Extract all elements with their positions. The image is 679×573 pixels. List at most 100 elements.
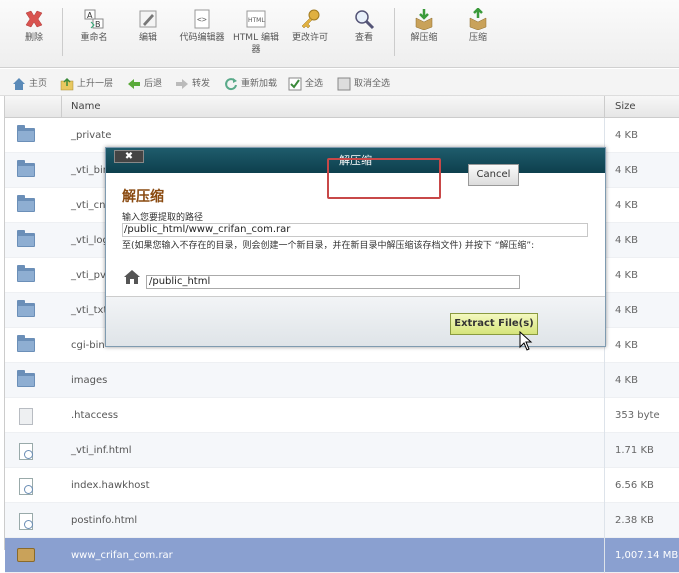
toolbar-divider xyxy=(394,8,395,56)
mouse-pointer-icon xyxy=(519,330,533,351)
file-row[interactable]: www_crifan_com.rar 1,007.14 MB xyxy=(5,538,679,573)
nav-label: 主页 xyxy=(29,79,48,89)
column-divider xyxy=(604,538,605,573)
file-type-icon xyxy=(17,370,35,387)
file-name[interactable]: _vti_bin xyxy=(71,165,109,176)
nav-label: 全选 xyxy=(305,79,324,89)
toolbar-compress-button[interactable]: 压缩 xyxy=(452,7,504,44)
file-name[interactable]: images xyxy=(71,375,107,386)
archive-icon xyxy=(17,548,35,562)
file-type-icon xyxy=(17,230,35,247)
column-header-name[interactable]: Name xyxy=(71,101,101,112)
file-type-icon xyxy=(17,443,33,460)
toolbar-label: HTML 编辑器 xyxy=(233,33,279,55)
file-name[interactable]: _vti_inf.html xyxy=(71,445,131,456)
toolbar-code-editor-button[interactable]: <> 代码编辑器 xyxy=(176,8,228,44)
column-divider xyxy=(604,503,605,538)
folder-icon xyxy=(17,160,35,177)
cancel-button[interactable]: Cancel xyxy=(468,164,519,186)
column-divider xyxy=(604,398,605,433)
nav-label: 转发 xyxy=(192,79,211,89)
file-size: 4 KB xyxy=(615,200,638,211)
rename-icon: AB xyxy=(83,8,105,30)
toolbar-label: 查看 xyxy=(354,33,373,43)
html-editor-icon: HTML xyxy=(245,8,267,30)
extract-button-highlight xyxy=(327,158,441,199)
destination-note: 至(如果您输入不存在的目录，则会创建一个新目录，并在新目录中解压缩该存档文件) … xyxy=(122,241,535,251)
file-name[interactable]: _vti_cn xyxy=(71,200,105,211)
toolbar-edit-button[interactable]: 编辑 xyxy=(122,8,174,44)
file-name[interactable]: _vti_log xyxy=(71,235,109,246)
file-type-icon xyxy=(17,478,33,495)
file-name[interactable]: postinfo.html xyxy=(71,515,137,526)
file-row[interactable]: _vti_inf.html 1.71 KB xyxy=(5,433,679,468)
file-size: 4 KB xyxy=(615,235,638,246)
file-type-icon xyxy=(17,195,35,212)
toolbar-rename-button[interactable]: AB 重命名 xyxy=(68,8,120,44)
file-list-header: Name Size xyxy=(5,96,679,118)
path-prompt-label: 输入您要提取的路径 xyxy=(122,213,204,223)
toolbar-html-editor-button[interactable]: HTML HTML 编辑器 xyxy=(230,8,282,56)
nav-label: 后退 xyxy=(144,79,163,89)
toolbar-view-button[interactable]: 查看 xyxy=(338,8,390,44)
forward-arrow-icon xyxy=(175,77,189,91)
file-type-icon xyxy=(17,408,33,425)
folder-icon xyxy=(17,335,35,352)
column-header-size[interactable]: Size xyxy=(615,101,636,112)
file-size: 6.56 KB xyxy=(615,480,654,491)
file-row[interactable]: images 4 KB xyxy=(5,363,679,398)
file-name[interactable]: www_crifan_com.rar xyxy=(71,550,173,561)
toolbar-permissions-button[interactable]: 更改许可 xyxy=(284,8,336,44)
key-icon xyxy=(299,8,321,30)
extract-icon xyxy=(413,8,435,31)
folder-icon xyxy=(17,370,35,387)
file-name[interactable]: _vti_pvt xyxy=(71,270,110,281)
svg-text:A: A xyxy=(87,11,93,20)
file-type-icon xyxy=(17,265,35,282)
file-name[interactable]: index.hawkhost xyxy=(71,480,150,491)
back-arrow-icon xyxy=(127,77,141,91)
toolbar-label: 删除 xyxy=(24,33,43,43)
nav-forward-button[interactable]: 转发 xyxy=(175,77,210,91)
dialog-heading: 解压缩 xyxy=(122,189,164,205)
file-name[interactable]: .htaccess xyxy=(71,410,118,421)
nav-up-one-level-button[interactable]: 上升一层 xyxy=(60,77,113,91)
toolbar-delete-button[interactable]: 删除 xyxy=(8,8,60,44)
folder-icon xyxy=(17,265,35,282)
nav-home-button[interactable]: 主页 xyxy=(12,77,47,91)
file-size: 4 KB xyxy=(615,340,638,351)
file-name[interactable]: _vti_txt xyxy=(71,305,107,316)
toolbar-label: 压缩 xyxy=(468,33,487,43)
folder-icon xyxy=(17,195,35,212)
reload-icon xyxy=(224,77,238,91)
file-size: 353 byte xyxy=(615,410,660,421)
nav-deselect-all-button[interactable]: 取消全选 xyxy=(337,77,390,91)
svg-text:B: B xyxy=(95,20,101,29)
file-size: 4 KB xyxy=(615,305,638,316)
toolbar-label: 解压缩 xyxy=(410,33,438,43)
toolbar-divider xyxy=(62,8,63,56)
file-icon xyxy=(19,443,33,460)
file-manager-toolbar: 删除 AB 重命名 编辑 <> 代码编辑器 HTML HTML 编辑器 更改许可… xyxy=(0,0,679,68)
file-size: 1.71 KB xyxy=(615,445,654,456)
checkbox-empty-icon xyxy=(337,77,351,91)
nav-label: 重新加载 xyxy=(241,79,278,89)
column-divider xyxy=(604,468,605,503)
file-row[interactable]: postinfo.html 2.38 KB xyxy=(5,503,679,538)
nav-select-all-button[interactable]: 全选 xyxy=(288,77,323,91)
file-name[interactable]: cgi-bin xyxy=(71,340,105,351)
file-row[interactable]: .htaccess 353 byte xyxy=(5,398,679,433)
compress-icon xyxy=(467,7,489,31)
nav-reload-button[interactable]: 重新加载 xyxy=(224,77,277,91)
file-row[interactable]: index.hawkhost 6.56 KB xyxy=(5,468,679,503)
home-directory-icon xyxy=(123,269,141,285)
home-icon xyxy=(12,77,26,91)
column-divider xyxy=(61,96,62,118)
toolbar-extract-button[interactable]: 解压缩 xyxy=(398,8,450,44)
destination-path-input[interactable]: /public_html xyxy=(146,275,520,289)
magnifier-icon xyxy=(353,8,375,30)
column-divider xyxy=(604,96,605,118)
dialog-close-button[interactable]: ✖ xyxy=(114,150,144,163)
file-name[interactable]: _private xyxy=(71,130,111,141)
nav-back-button[interactable]: 后退 xyxy=(127,77,162,91)
